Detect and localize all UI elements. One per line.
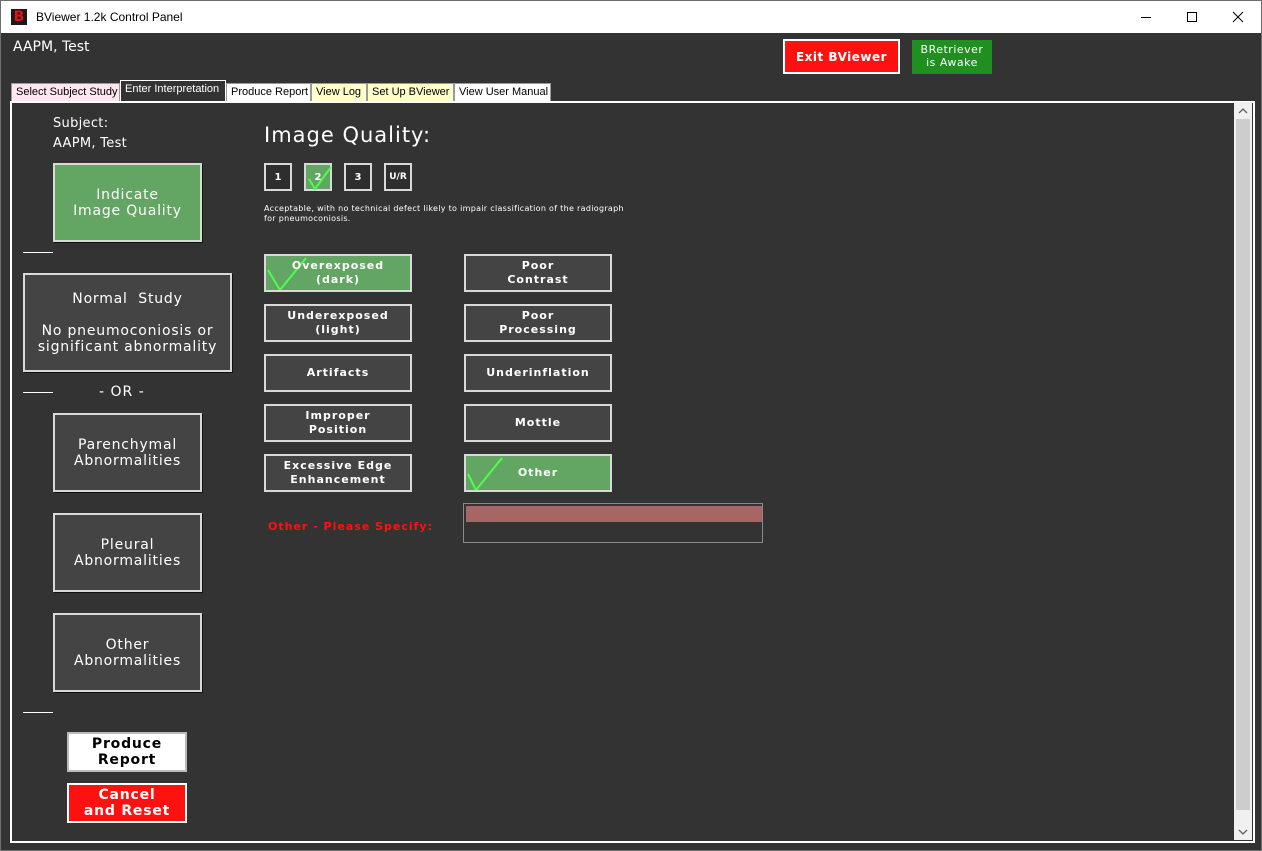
quality-grade-2-button[interactable]: 2 (304, 163, 332, 191)
underexposed-button[interactable]: Underexposed (light) (264, 304, 412, 342)
tab-enter-interpretation[interactable]: Enter Interpretation (120, 80, 226, 102)
bviewer-window: B BViewer 1.2k Control Panel AAPM, Test … (0, 0, 1262, 851)
subject-info: Subject: AAPM, Test (53, 114, 127, 154)
overexposed-line1: Overexposed (291, 259, 385, 272)
indicate-line1: Indicate (96, 186, 159, 203)
normal-line1: Normal Study (72, 290, 183, 307)
poor-contrast-line1: Poor (521, 259, 555, 272)
other-abn-line1: Other (105, 636, 150, 653)
image-quality-title: Image Quality: (264, 123, 432, 147)
normal-study-button[interactable]: Normal Study No pneumoconiosis or signif… (23, 273, 232, 372)
other-specify-label: Other - Please Specify: (268, 520, 434, 533)
poor-processing-button[interactable]: Poor Processing (464, 304, 612, 342)
indicate-image-quality-button[interactable]: Indicate Image Quality (53, 163, 202, 242)
other-specify-input[interactable] (466, 506, 762, 522)
poor-processing-line2: Processing (499, 323, 577, 336)
vertical-scrollbar[interactable] (1234, 102, 1252, 840)
excessive-edge-enhancement-button[interactable]: Excessive Edge Enhancement (264, 454, 412, 492)
poor-processing-line1: Poor (521, 309, 555, 322)
other-defect-button[interactable]: Other (464, 454, 612, 492)
bretriever-status: BRetriever is Awake (912, 40, 992, 74)
separator-line (23, 712, 53, 713)
quality-description: Acceptable, with no technical defect lik… (264, 204, 674, 224)
app-icon: B (11, 9, 27, 25)
excessive-line2: Enhancement (290, 473, 386, 486)
close-button[interactable] (1215, 1, 1261, 33)
maximize-button[interactable] (1169, 1, 1215, 33)
bretriever-status-line2: is Awake (926, 56, 978, 69)
pleural-abnormalities-button[interactable]: Pleural Abnormalities (53, 513, 202, 592)
pleural-line2: Abnormalities (73, 552, 182, 569)
scroll-thumb[interactable] (1236, 119, 1250, 810)
quality-grade-ur-button[interactable]: U/R (384, 163, 412, 191)
separator-line (23, 252, 53, 253)
improper-line2: Position (308, 423, 368, 436)
underexposed-line1: Underexposed (287, 309, 389, 322)
subject-name: AAPM, Test (53, 136, 128, 151)
normal-line2: No pneumoconiosis or (41, 322, 214, 339)
other-specify-box (463, 503, 763, 543)
tab-view-log[interactable]: View Log (311, 83, 367, 101)
normal-line3: significant abnormality (37, 338, 218, 355)
window-title: BViewer 1.2k Control Panel (36, 10, 183, 24)
title-bar: B BViewer 1.2k Control Panel (1, 1, 1261, 33)
exit-bviewer-button[interactable]: Exit BViewer (783, 39, 900, 74)
cancel-line1: Cancel (98, 787, 156, 803)
tab-produce-report[interactable]: Produce Report (226, 83, 311, 101)
bretriever-status-line1: BRetriever (920, 43, 984, 56)
parenchymal-abnormalities-button[interactable]: Parenchymal Abnormalities (53, 413, 202, 492)
scroll-up-icon[interactable] (1234, 102, 1252, 119)
mottle-button[interactable]: Mottle (464, 404, 612, 442)
excessive-line1: Excessive Edge (283, 459, 393, 472)
other-abn-line2: Abnormalities (73, 652, 182, 669)
underexposed-line2: (light) (315, 323, 361, 336)
produce-line1: Produce (91, 736, 163, 752)
parenchymal-line2: Abnormalities (73, 452, 182, 469)
tab-view-user-manual[interactable]: View User Manual (454, 83, 551, 101)
poor-contrast-button[interactable]: Poor Contrast (464, 254, 612, 292)
improper-line1: Improper (305, 409, 371, 422)
user-name: AAPM, Test (13, 39, 90, 55)
poor-contrast-line2: Contrast (507, 273, 569, 286)
artifacts-button[interactable]: Artifacts (264, 354, 412, 392)
produce-report-button[interactable]: Produce Report (67, 732, 187, 772)
tab-set-up-bviewer[interactable]: Set Up BViewer (367, 83, 454, 101)
tab-select-subject-study[interactable]: Select Subject Study (11, 83, 120, 101)
close-icon (1232, 11, 1244, 23)
minimize-button[interactable] (1123, 1, 1169, 33)
parenchymal-line1: Parenchymal (77, 436, 178, 453)
separator-line (23, 392, 53, 393)
other-defect-label: Other (517, 466, 559, 479)
maximize-icon (1187, 12, 1197, 22)
cancel-line2: and Reset (83, 803, 171, 819)
other-abnormalities-button[interactable]: Other Abnormalities (53, 613, 202, 692)
minimize-icon (1141, 17, 1151, 18)
quality-description-line2: for pneumoconiosis. (264, 214, 351, 223)
quality-description-line1: Acceptable, with no technical defect lik… (264, 204, 624, 213)
quality-grade-2-label: 2 (314, 171, 322, 183)
cancel-and-reset-button[interactable]: Cancel and Reset (67, 783, 187, 823)
pleural-line1: Pleural (100, 536, 155, 553)
overexposed-line2: (dark) (315, 273, 361, 286)
quality-grade-3-button[interactable]: 3 (344, 163, 372, 191)
scroll-down-icon[interactable] (1234, 823, 1252, 840)
produce-line2: Report (97, 752, 157, 768)
improper-position-button[interactable]: Improper Position (264, 404, 412, 442)
underinflation-button[interactable]: Underinflation (464, 354, 612, 392)
subject-label: Subject: (53, 116, 109, 131)
overexposed-button[interactable]: Overexposed (dark) (264, 254, 412, 292)
quality-grade-1-button[interactable]: 1 (264, 163, 292, 191)
or-label: - OR - (99, 384, 145, 400)
indicate-line2: Image Quality (73, 202, 182, 219)
